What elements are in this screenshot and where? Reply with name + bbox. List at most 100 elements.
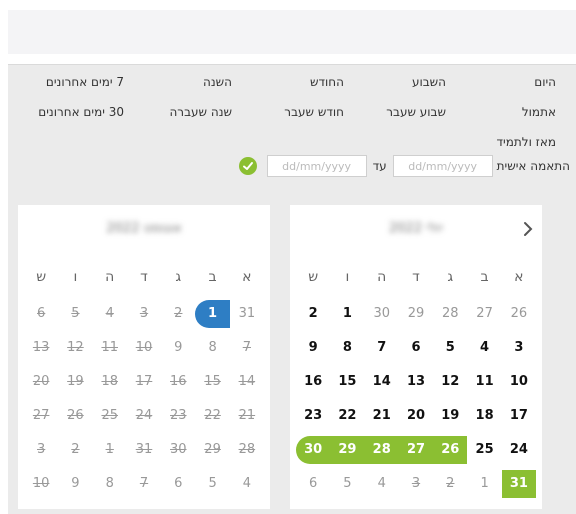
calendar-day: 5 — [71, 306, 80, 321]
check-icon[interactable] — [238, 157, 257, 175]
calendar-day[interactable]: 8 — [93, 470, 127, 498]
calendar-day: 22 — [204, 408, 221, 423]
calendar-day[interactable]: 14 — [365, 368, 399, 396]
calendar-day[interactable]: 27 — [398, 436, 434, 464]
preset-last-year[interactable]: שנה שעברה — [169, 105, 232, 119]
calendar-day[interactable]: 20 — [399, 402, 433, 430]
weekday-label: א — [242, 269, 252, 285]
calendar-current-month: יולי 2022 א ב ג ד ה ו ש 26 27 28 29 30 1 2 3 4 5 6 7 8 9 10 11… — [290, 205, 542, 509]
to-date-input[interactable] — [266, 155, 367, 177]
calendar-day: 2 — [174, 306, 183, 321]
calendar-day: 31 — [135, 442, 153, 457]
calendar-day: 10 — [32, 476, 50, 491]
calendar-day[interactable]: 5 — [433, 334, 467, 362]
preset-since-ever[interactable]: מאז ולתמיד — [496, 135, 556, 149]
calendar-day: 2 — [71, 442, 80, 457]
preset-last-week[interactable]: שבוע שעבר — [386, 105, 446, 119]
calendar-day[interactable]: 12 — [433, 368, 467, 396]
calendar-day[interactable]: 28 — [433, 300, 467, 328]
preset-last-30-days[interactable]: 30 ימים אחרונים — [38, 105, 124, 119]
calendar-day: 27 — [32, 408, 50, 423]
calendar-day[interactable]: 19 — [433, 402, 467, 430]
preset-this-week[interactable]: השבוע — [412, 75, 446, 89]
calendar-week-row: 14 15 16 17 18 19 20 — [24, 365, 264, 399]
calendar-day: 4 — [105, 306, 114, 321]
preset-today[interactable]: היום — [534, 75, 556, 89]
calendar-week-row: 28 29 30 31 1 2 3 — [24, 433, 264, 467]
calendar-header: אוגוסט 2022 — [18, 205, 270, 255]
calendar-day[interactable]: 9 — [58, 470, 92, 498]
weekday-label: ש — [36, 269, 47, 285]
calendar-day[interactable]: 26 — [502, 300, 536, 328]
calendar-day: 17 — [135, 374, 153, 389]
calendar-day[interactable]: 9 — [296, 334, 330, 362]
preset-last-7-days[interactable]: 7 ימים אחרונים — [46, 75, 124, 89]
calendar-day[interactable]: 26 — [433, 436, 468, 464]
calendar-day: 14 — [238, 374, 256, 389]
calendar-day[interactable]: 7 — [365, 334, 399, 362]
calendar-day[interactable]: 31 — [501, 470, 536, 498]
calendar-day[interactable]: 6 — [399, 334, 433, 362]
calendar-day[interactable]: 15 — [330, 368, 364, 396]
calendar-week-row: 31 1 2 3 4 5 6 — [24, 297, 264, 331]
calendar-day[interactable]: 23 — [296, 402, 330, 430]
calendar-day[interactable]: 2 — [296, 300, 330, 328]
calendar-day[interactable]: 24 — [502, 436, 536, 464]
calendar-day: 16 — [170, 374, 187, 389]
calendar-day[interactable]: 22 — [330, 402, 364, 430]
calendar-day: 1 — [105, 442, 114, 457]
chevron-right-icon[interactable] — [520, 219, 536, 239]
calendar-day[interactable]: 8 — [330, 334, 364, 362]
calendar-day[interactable]: 21 — [365, 402, 399, 430]
calendar-day[interactable]: 16 — [296, 368, 330, 396]
weekday-label: ו — [345, 269, 350, 285]
calendar-day[interactable]: 30 — [296, 436, 331, 464]
calendar-day[interactable]: 13 — [399, 368, 433, 396]
calendar-day[interactable]: 28 — [364, 436, 399, 464]
calendar-day[interactable]: 17 — [502, 402, 536, 430]
preset-list: היום השבוע החודש השנה 7 ימים אחרונים אתמ… — [8, 65, 576, 215]
calendar-day[interactable]: 1 — [195, 300, 230, 328]
calendar-day[interactable]: 4 — [365, 470, 399, 498]
calendar-day[interactable]: 1 — [467, 470, 501, 498]
calendar-day[interactable]: 25 — [467, 436, 501, 464]
preset-this-year[interactable]: השנה — [203, 75, 232, 89]
weekday-label: ב — [208, 269, 217, 285]
calendar-day[interactable]: 11 — [467, 368, 501, 396]
weekday-label: א — [514, 269, 524, 285]
calendar-day[interactable]: 4 — [230, 470, 264, 498]
custom-range-row: התאמה אישית עד — [238, 155, 570, 177]
calendar-day[interactable]: 9 — [161, 334, 195, 362]
calendar-grid: א ב ג ד ה ו ש 26 27 28 29 30 1 2 3 4 5 6 7 8 9 10 11 12 13 14 15 16… — [296, 257, 536, 501]
calendar-day[interactable]: 6 — [296, 470, 330, 498]
calendar-day[interactable]: 5 — [330, 470, 364, 498]
calendar-day[interactable]: 29 — [330, 436, 365, 464]
date-range-panel: היום השבוע החודש השנה 7 ימים אחרונים אתמ… — [8, 64, 576, 514]
weekday-label: ה — [377, 269, 387, 285]
calendar-day[interactable]: 31 — [230, 300, 264, 328]
calendar-day[interactable]: 4 — [467, 334, 501, 362]
calendar-day[interactable]: 8 — [195, 334, 229, 362]
calendar-day: 12 — [67, 340, 84, 355]
calendar-day[interactable]: 1 — [330, 300, 364, 328]
calendar-day[interactable]: 3 — [502, 334, 536, 362]
weekday-label: ד — [140, 269, 148, 285]
calendar-day: 7 — [139, 476, 149, 491]
calendar-day[interactable]: 29 — [399, 300, 433, 328]
calendar-day[interactable]: 18 — [467, 402, 501, 430]
calendar-day[interactable]: 27 — [467, 300, 501, 328]
calendar-day[interactable]: 5 — [195, 470, 229, 498]
calendar-day[interactable]: 30 — [365, 300, 399, 328]
calendar-day[interactable]: 10 — [502, 368, 536, 396]
calendar-day: 3 — [37, 442, 46, 457]
preset-yesterday[interactable]: אתמול — [522, 105, 556, 119]
calendar-day: 3 — [411, 476, 421, 491]
calendar-day: 20 — [32, 374, 50, 389]
calendar-day[interactable]: 6 — [161, 470, 195, 498]
calendar-month-title: יולי 2022 — [389, 221, 443, 236]
preset-this-month[interactable]: החודש — [310, 75, 344, 89]
calendar-day: 29 — [204, 442, 221, 457]
calendar-grid: א ב ג ד ה ו ש 31 1 2 3 4 5 6 7 8 9 10 11 12 13 14 15 16 17 18 19 20… — [24, 257, 264, 501]
from-date-input[interactable] — [392, 155, 493, 177]
preset-last-month[interactable]: חודש שעבר — [284, 105, 344, 119]
